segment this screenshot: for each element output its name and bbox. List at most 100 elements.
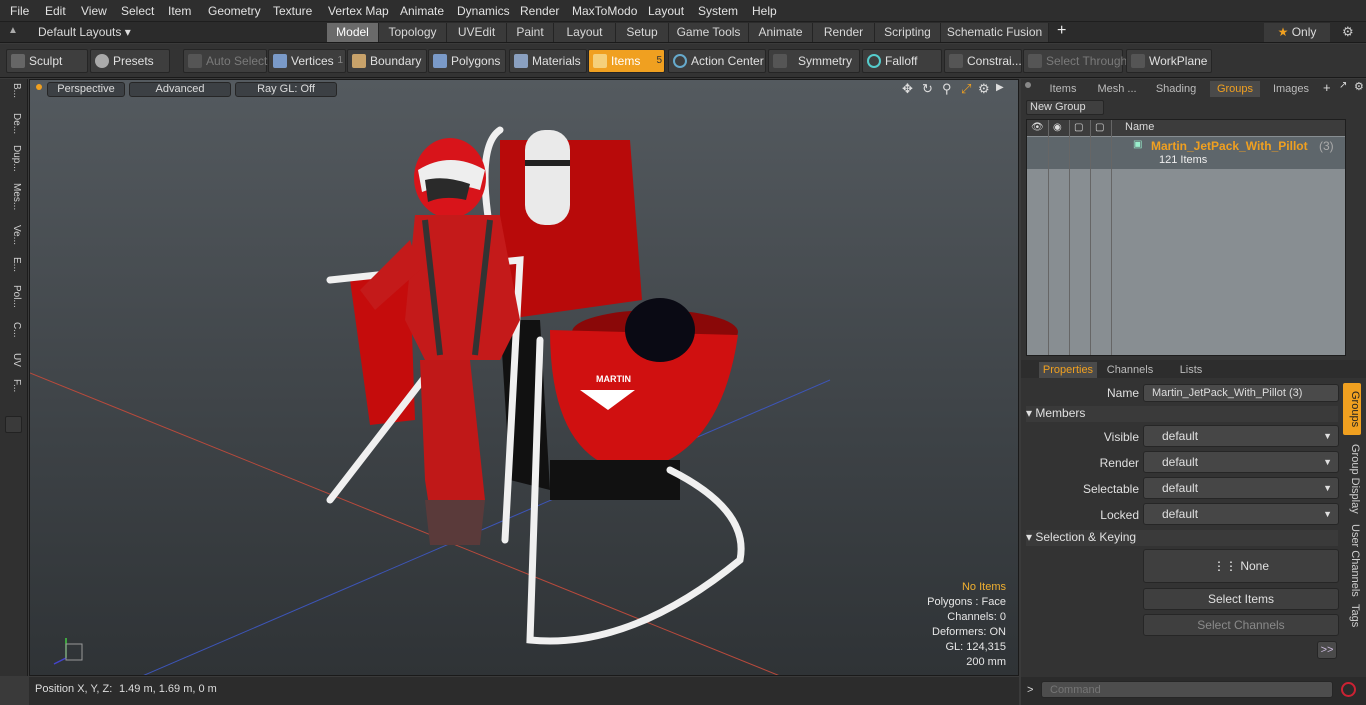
- position-label: Position X, Y, Z:: [35, 683, 113, 695]
- settings-gear-icon[interactable]: ⚙: [1342, 24, 1354, 40]
- select-through-button[interactable]: Select Through: [1023, 49, 1127, 73]
- tab-groups[interactable]: Groups: [1210, 81, 1260, 97]
- menu-dynamics[interactable]: Dynamics: [457, 4, 510, 18]
- menu-system[interactable]: System: [698, 4, 738, 18]
- presets-button[interactable]: Presets: [90, 49, 170, 73]
- symmetry-button[interactable]: Symmetry: [768, 49, 860, 73]
- menu-select[interactable]: Select: [121, 4, 154, 18]
- render-icon[interactable]: ◉: [1053, 122, 1062, 133]
- left-tabs-more-button[interactable]: [5, 416, 22, 433]
- left-tab-uv[interactable]: UV: [4, 353, 22, 377]
- left-tab-edge[interactable]: E...: [4, 257, 22, 283]
- menu-geometry[interactable]: Geometry: [208, 4, 261, 18]
- tab-scripting[interactable]: Scripting: [875, 23, 941, 42]
- selection-keying-section[interactable]: ▾ Selection & Keying: [1026, 530, 1338, 546]
- left-tab-deform[interactable]: De...: [4, 113, 22, 139]
- record-icon[interactable]: [1341, 682, 1356, 697]
- name-column-header[interactable]: Name: [1125, 121, 1154, 133]
- tab-layout[interactable]: Layout: [554, 23, 616, 42]
- collapse-arrow-icon[interactable]: ▲: [8, 25, 18, 36]
- select-cube-icon[interactable]: ▢: [1095, 122, 1104, 133]
- left-tab-mesh-edit[interactable]: Mes...: [4, 183, 22, 213]
- only-toggle[interactable]: ★ Only: [1264, 23, 1330, 42]
- boundary-button[interactable]: Boundary: [347, 49, 427, 73]
- tab-uvedit[interactable]: UVEdit: [447, 23, 507, 42]
- stat-channels: Channels: 0: [947, 611, 1006, 623]
- new-group-button[interactable]: New Group: [1026, 100, 1104, 115]
- star-icon: ★: [1277, 25, 1289, 39]
- left-tab-fusion[interactable]: F...: [4, 379, 22, 407]
- locked-label: Locked: [1100, 508, 1139, 522]
- tab-schematic-fusion[interactable]: Schematic Fusion: [941, 23, 1049, 42]
- menu-edit[interactable]: Edit: [45, 4, 66, 18]
- add-panel-tab-icon[interactable]: +: [1323, 80, 1331, 95]
- visibility-eye-icon[interactable]: 👁: [1031, 122, 1044, 133]
- tab-lists[interactable]: Lists: [1166, 362, 1216, 378]
- panel-expand-arrow-icon[interactable]: ↗: [1339, 80, 1347, 91]
- menu-file[interactable]: File: [10, 4, 29, 18]
- left-tab-polygon[interactable]: Pol...: [4, 285, 22, 315]
- vtab-tags[interactable]: Tags: [1343, 601, 1361, 631]
- locked-dropdown[interactable]: default ▼: [1143, 503, 1339, 525]
- select-channels-button[interactable]: Select Channels: [1143, 614, 1339, 636]
- panel-gear-icon[interactable]: ⚙: [1354, 80, 1364, 93]
- menu-item[interactable]: Item: [168, 4, 191, 18]
- tab-items[interactable]: Items: [1043, 81, 1083, 97]
- more-button[interactable]: >>: [1317, 641, 1337, 659]
- sculpt-button[interactable]: Sculpt: [6, 49, 88, 73]
- visible-dropdown[interactable]: default ▼: [1143, 425, 1339, 447]
- tab-render[interactable]: Render: [813, 23, 875, 42]
- lock-cube-icon[interactable]: ▢: [1074, 122, 1083, 133]
- 3d-viewport[interactable]: Perspective Advanced Ray GL: Off ✥ ↻ ⚲ ⤢…: [29, 79, 1019, 676]
- constraints-button[interactable]: Constrai...: [944, 49, 1022, 73]
- workplane-button[interactable]: WorkPlane: [1126, 49, 1212, 73]
- add-tab-icon[interactable]: +: [1057, 22, 1066, 40]
- group-row[interactable]: ▣ Martin_JetPack_With_Pillot (3) 121 Ite…: [1027, 137, 1345, 169]
- tab-images[interactable]: Images: [1268, 81, 1314, 97]
- tab-topology[interactable]: Topology: [379, 23, 447, 42]
- vtab-groups[interactable]: Groups: [1343, 383, 1361, 435]
- left-tab-curve[interactable]: C...: [4, 322, 22, 348]
- materials-button[interactable]: Materials: [509, 49, 587, 73]
- auto-select-button[interactable]: Auto Select: [183, 49, 267, 73]
- menu-render[interactable]: Render: [520, 4, 559, 18]
- tab-shading[interactable]: Shading: [1153, 81, 1199, 97]
- name-field[interactable]: Martin_JetPack_With_Pillot (3): [1143, 384, 1339, 402]
- tab-mesh[interactable]: Mesh ...: [1093, 81, 1141, 97]
- tab-setup[interactable]: Setup: [616, 23, 669, 42]
- menu-view[interactable]: View: [81, 4, 107, 18]
- render-dropdown[interactable]: default ▼: [1143, 451, 1339, 473]
- menu-texture[interactable]: Texture: [273, 4, 312, 18]
- vtab-group-display[interactable]: Group Display: [1343, 439, 1361, 519]
- select-items-button[interactable]: Select Items: [1143, 588, 1339, 610]
- menu-layout[interactable]: Layout: [648, 4, 684, 18]
- keyframe-dots-icon: ⋮⋮: [1212, 559, 1237, 573]
- members-section[interactable]: ▾ Members: [1026, 406, 1338, 422]
- tab-model[interactable]: Model: [327, 23, 379, 42]
- vtab-user-channels[interactable]: User Channels: [1343, 523, 1361, 597]
- tab-properties[interactable]: Properties: [1039, 362, 1097, 378]
- panel-menu-dot-icon[interactable]: [1025, 82, 1031, 88]
- left-tab-basic[interactable]: B...: [4, 83, 22, 109]
- tab-game-tools[interactable]: Game Tools: [669, 23, 749, 42]
- selectable-dropdown[interactable]: default ▼: [1143, 477, 1339, 499]
- left-tab-vertex[interactable]: Ve...: [4, 225, 22, 251]
- menu-animate[interactable]: Animate: [400, 4, 444, 18]
- action-center-button[interactable]: Action Center: [668, 49, 766, 73]
- command-input[interactable]: [1041, 681, 1333, 698]
- layout-preset-dropdown[interactable]: Default Layouts ▾: [38, 25, 131, 39]
- vertices-button[interactable]: Vertices 1: [268, 49, 346, 73]
- left-tab-duplicate[interactable]: Dup...: [4, 145, 22, 173]
- menu-help[interactable]: Help: [752, 4, 777, 18]
- menu-maxtomodo[interactable]: MaxToModo: [572, 4, 637, 18]
- tab-paint[interactable]: Paint: [507, 23, 554, 42]
- vertices-count: 1: [337, 55, 343, 66]
- polygons-label: Polygons: [451, 54, 501, 68]
- items-button[interactable]: Items 5: [588, 49, 665, 73]
- none-button[interactable]: ⋮⋮ None: [1143, 549, 1339, 583]
- tab-animate[interactable]: Animate: [749, 23, 813, 42]
- menu-vertex-map[interactable]: Vertex Map: [328, 4, 389, 18]
- tab-channels[interactable]: Channels: [1105, 362, 1155, 378]
- polygons-button[interactable]: Polygons: [428, 49, 506, 73]
- falloff-button[interactable]: Falloff: [862, 49, 942, 73]
